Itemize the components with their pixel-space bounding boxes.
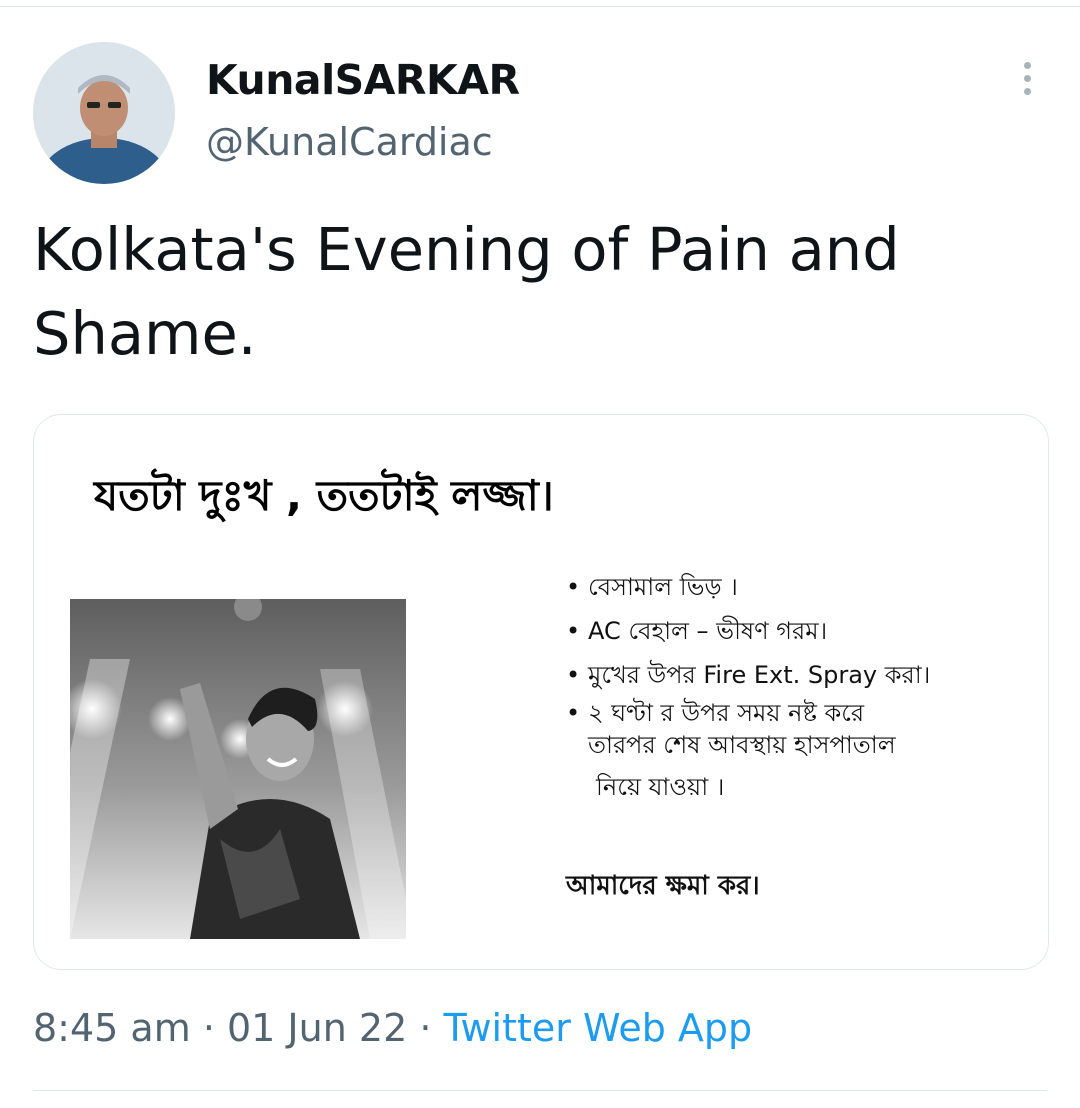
meta-separator: · — [419, 1006, 432, 1050]
bullet-item: ২ ঘণ্টা র উপর সময় নষ্ট করে — [566, 697, 1036, 729]
tweet-meta: 8:45 am · 01 Jun 22 · Twitter Web App — [33, 1006, 752, 1050]
author-name[interactable]: KunalSARKAR — [206, 56, 520, 104]
avatar-image — [33, 42, 175, 184]
bullet-item: মুখের উপর Fire Ext. Spray করা। — [566, 653, 1036, 697]
bottom-divider — [33, 1090, 1047, 1091]
more-vertical-icon[interactable] — [1012, 62, 1042, 106]
tweet-date[interactable]: 01 Jun 22 — [227, 1006, 407, 1050]
source-link[interactable]: Twitter Web App — [444, 1006, 753, 1050]
avatar[interactable] — [33, 42, 175, 184]
closing-text: আমাদের ক্ষমা কর। — [566, 871, 760, 901]
bullet-item: বেসামাল ভিড় । — [566, 565, 1036, 609]
bullet-continuation: নিয়ে যাওয়া । — [596, 773, 725, 801]
tweet-text: Kolkata's Evening of Pain and Shame. — [33, 215, 900, 368]
author-handle[interactable]: @KunalCardiac — [206, 120, 493, 164]
bullet-list: বেসামাল ভিড় । AC বেহাল – ভীষণ গরম। মুখে… — [566, 565, 1036, 813]
meta-separator: · — [202, 1006, 215, 1050]
bullet-item: AC বেহাল – ভীষণ গরম। — [566, 609, 1036, 653]
top-divider — [0, 6, 1080, 7]
card-title: যতটা দুঃখ , ততটাই লজ্জা। — [94, 471, 554, 520]
bullet-continuation: তারপর শেষ আবস্থায় হাসপাতাল — [588, 731, 896, 759]
concert-photo — [70, 599, 406, 939]
media-card[interactable]: যতটা দুঃখ , ততটাই লজ্জা। • বেসামাল ভিড় … — [33, 414, 1049, 970]
tweet-time[interactable]: 8:45 am — [33, 1006, 191, 1050]
